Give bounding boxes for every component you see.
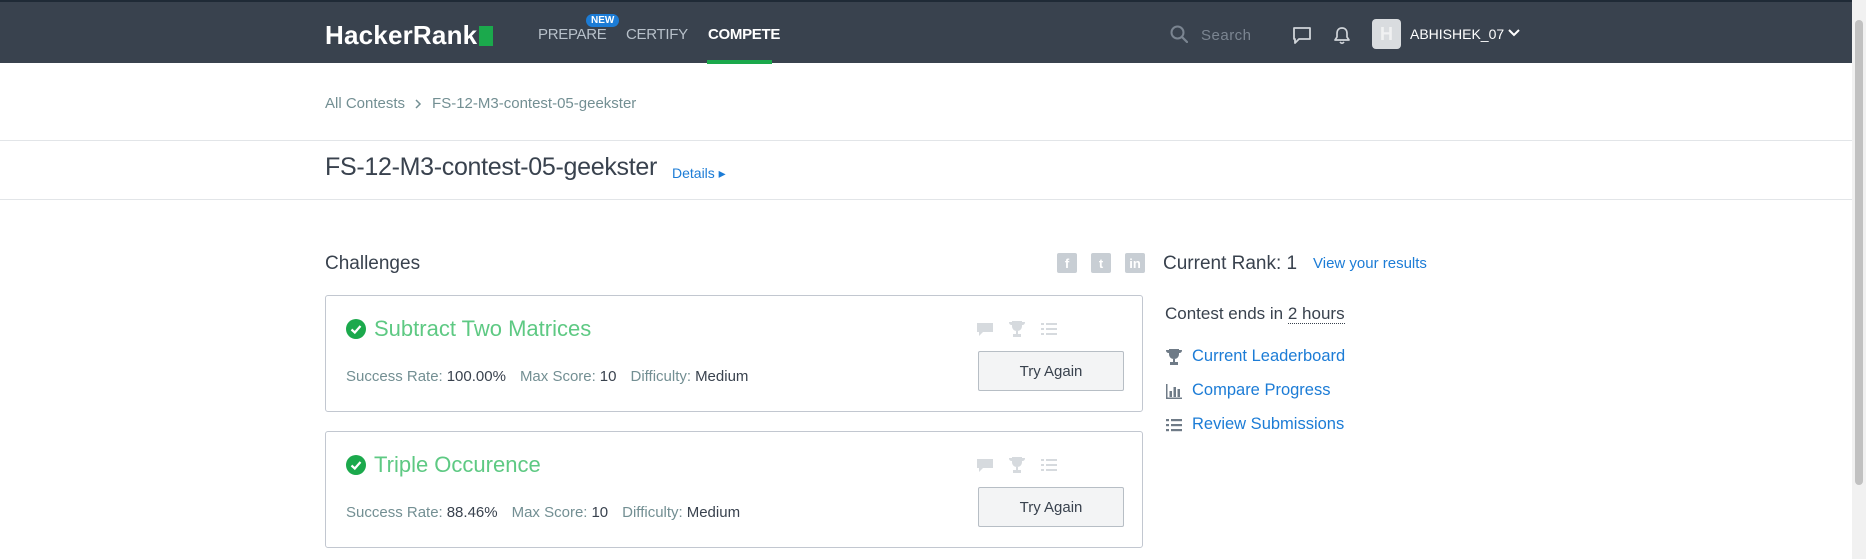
challenge-icons	[976, 456, 1058, 474]
challenge-meta: Success Rate: 88.46% Max Score: 10 Diffi…	[346, 504, 754, 521]
check-circle-icon	[346, 455, 366, 475]
bar-chart-icon	[1166, 383, 1182, 399]
current-leaderboard-label: Current Leaderboard	[1192, 347, 1346, 365]
list-icon[interactable]	[1040, 320, 1058, 338]
success-rate-label: Success Rate:	[346, 368, 443, 385]
compare-progress-label: Compare Progress	[1192, 381, 1331, 399]
page-title: FS-12-M3-contest-05-geekster	[325, 153, 658, 181]
comment-icon[interactable]	[976, 456, 994, 474]
avatar-letter: H	[1380, 23, 1393, 44]
max-score-value: 10	[591, 504, 609, 521]
difficulty-label: Difficulty:	[630, 368, 692, 385]
top-navbar: HackerRank PREPARE NEW CERTIFY COMPETE S…	[0, 0, 1852, 64]
view-results-link[interactable]: View your results	[1313, 255, 1427, 272]
challenge-meta: Success Rate: 100.00% Max Score: 10 Diff…	[346, 368, 762, 385]
success-rate-label: Success Rate:	[346, 504, 443, 521]
details-link[interactable]: Details ▸	[672, 165, 726, 182]
avatar[interactable]: H	[1372, 19, 1401, 49]
divider	[0, 140, 1852, 141]
nav-certify[interactable]: CERTIFY	[626, 26, 688, 43]
max-score-label: Max Score:	[511, 504, 588, 521]
challenge-card: Subtract Two Matrices Success Rate: 100.…	[325, 295, 1143, 412]
challenge-card: Triple Occurence Success Rate: 88.46% Ma…	[325, 431, 1143, 548]
challenge-icons	[976, 320, 1058, 338]
challenges-heading: Challenges	[325, 253, 421, 274]
list-icon[interactable]	[1040, 456, 1058, 474]
twitter-icon[interactable]: t	[1091, 253, 1111, 273]
chevron-right-icon	[415, 98, 422, 109]
active-nav-indicator	[707, 60, 772, 64]
linkedin-icon[interactable]: in	[1125, 253, 1145, 273]
challenge-title[interactable]: Triple Occurence	[374, 452, 541, 478]
trophy-icon	[1166, 348, 1182, 365]
contest-ends-time: 2 hours	[1287, 304, 1345, 324]
contest-ends: Contest ends in 2 hours	[1165, 304, 1345, 324]
max-score-value: 10	[599, 368, 617, 385]
review-submissions-label: Review Submissions	[1192, 415, 1345, 433]
max-score-label: Max Score:	[519, 368, 596, 385]
breadcrumb-current: FS-12-M3-contest-05-geekster	[432, 95, 637, 112]
success-rate-value: 88.46%	[446, 504, 498, 521]
logo-text: HackerRank	[325, 20, 478, 50]
scrollbar-thumb[interactable]	[1855, 20, 1863, 485]
trophy-icon[interactable]	[1008, 320, 1026, 338]
username[interactable]: ABHISHEK_07	[1410, 26, 1504, 42]
search-input[interactable]: Search	[1201, 27, 1252, 44]
nav-compete[interactable]: COMPETE	[708, 26, 780, 43]
nav-prepare[interactable]: PREPARE	[538, 26, 607, 43]
try-again-button[interactable]: Try Again	[978, 487, 1124, 527]
current-leaderboard-link[interactable]: Current Leaderboard	[1165, 347, 1345, 366]
search-icon[interactable]	[1170, 25, 1188, 43]
breadcrumb-all-contests[interactable]: All Contests	[325, 95, 405, 112]
chevron-down-icon[interactable]	[1508, 29, 1520, 37]
breadcrumb: All Contests FS-12-M3-contest-05-geekste…	[325, 95, 636, 112]
challenge-title[interactable]: Subtract Two Matrices	[374, 316, 591, 342]
success-rate-value: 100.00%	[446, 368, 506, 385]
review-submissions-link[interactable]: Review Submissions	[1165, 415, 1344, 434]
try-again-button[interactable]: Try Again	[978, 351, 1124, 391]
check-circle-icon	[346, 319, 366, 339]
hackerrank-logo[interactable]: HackerRank	[325, 20, 494, 51]
list-icon	[1166, 418, 1182, 431]
trophy-icon[interactable]	[1008, 456, 1026, 474]
facebook-icon[interactable]: f	[1057, 253, 1077, 273]
comment-icon[interactable]	[976, 320, 994, 338]
chat-icon[interactable]	[1292, 26, 1312, 45]
current-rank: Current Rank: 1	[1163, 253, 1298, 274]
divider	[0, 199, 1852, 200]
contest-ends-label: Contest ends in	[1165, 304, 1284, 323]
bell-icon[interactable]	[1333, 26, 1351, 45]
difficulty-value: Medium	[695, 368, 749, 385]
logo-block	[479, 25, 494, 46]
difficulty-label: Difficulty:	[622, 504, 683, 521]
scrollbar[interactable]	[1852, 0, 1866, 559]
difficulty-value: Medium	[686, 504, 741, 521]
new-badge: NEW	[586, 14, 620, 27]
compare-progress-link[interactable]: Compare Progress	[1165, 381, 1330, 400]
